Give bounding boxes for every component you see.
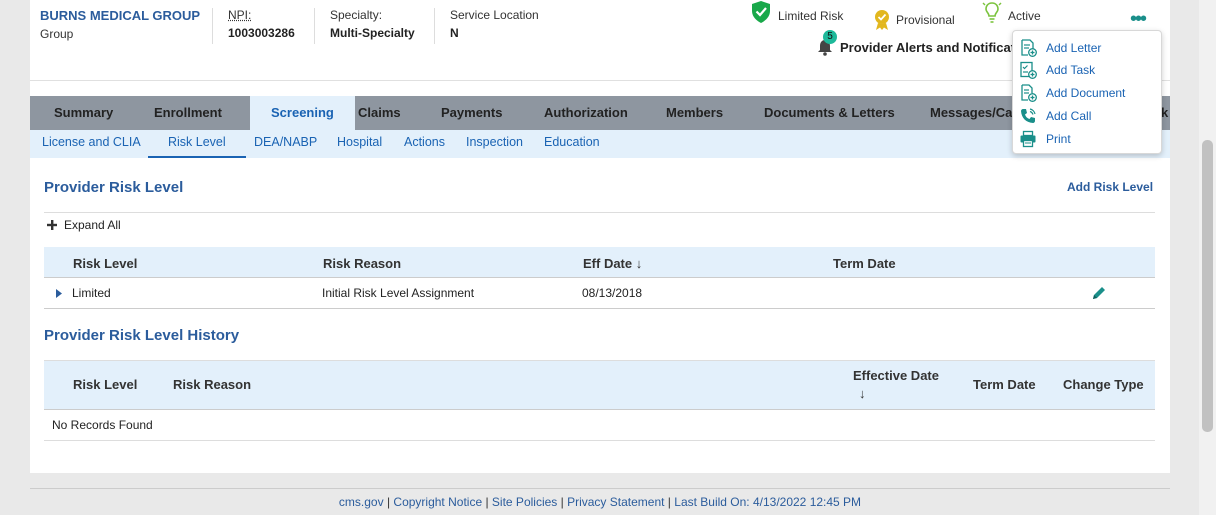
- menu-label-add-letter: Add Letter: [1046, 41, 1102, 55]
- menu-label-add-task: Add Task: [1046, 63, 1096, 77]
- menu-label-print: Print: [1046, 132, 1071, 146]
- footer-link-cms[interactable]: cms.gov: [339, 495, 384, 509]
- provisional-label: Provisional: [896, 13, 955, 27]
- divider: [44, 440, 1155, 441]
- shield-check-icon: [752, 1, 770, 23]
- print-icon: [1020, 130, 1036, 148]
- table-row: Limited Initial Risk Level Assignment 08…: [44, 278, 1155, 309]
- footer-link-copyright[interactable]: Copyright Notice: [393, 495, 482, 509]
- tab-authorization[interactable]: Authorization: [544, 96, 628, 130]
- screening-subtab-bar: License and CLIA Risk Level DEA/NABP Hos…: [30, 130, 1170, 158]
- expand-all-label: Expand All: [64, 218, 121, 232]
- menu-item-add-task[interactable]: Add Task: [1019, 60, 1095, 80]
- subtab-dea-nabp[interactable]: DEA/NABP: [254, 135, 317, 149]
- provider-type: Group: [40, 27, 74, 41]
- more-actions-button[interactable]: •••: [1130, 8, 1147, 31]
- active-label: Active: [1008, 9, 1041, 23]
- npi-label: NPI:: [228, 8, 252, 22]
- provider-header: BURNS MEDICAL GROUP Group NPI: 100300328…: [30, 0, 1170, 81]
- service-location-field: Service Location N: [434, 8, 539, 44]
- menu-item-add-call[interactable]: Add Call: [1019, 106, 1091, 126]
- add-letter-icon: [1021, 39, 1037, 57]
- tab-members[interactable]: Members: [666, 96, 723, 130]
- subtab-hospital[interactable]: Hospital: [337, 135, 382, 149]
- lightbulb-icon: [982, 2, 1002, 23]
- plus-icon: [47, 220, 57, 230]
- subtab-education[interactable]: Education: [544, 135, 600, 149]
- npi-field: NPI: 1003003286: [212, 8, 295, 44]
- sort-down-arrow[interactable]: ↓: [859, 386, 866, 401]
- divider: [44, 212, 1155, 213]
- edit-pencil-icon[interactable]: [1091, 285, 1107, 301]
- add-risk-level-button[interactable]: Add Risk Level: [1067, 180, 1153, 194]
- footer-link-privacy[interactable]: Privacy Statement: [567, 495, 664, 509]
- menu-label-add-call: Add Call: [1046, 109, 1092, 123]
- col-risk-reason[interactable]: Risk Reason: [323, 256, 401, 271]
- expand-all-button[interactable]: Expand All: [46, 218, 121, 232]
- alerts-count-badge: 5: [823, 30, 837, 44]
- specialty-value: Multi-Specialty: [330, 26, 415, 40]
- page-footer: cms.gov | Copyright Notice | Site Polici…: [30, 488, 1170, 509]
- provisional-status: Provisional: [874, 9, 955, 31]
- service-location-label: Service Location: [450, 8, 539, 22]
- risk-level-title: Provider Risk Level: [44, 179, 184, 196]
- main-page: BURNS MEDICAL GROUP Group NPI: 100300328…: [30, 0, 1170, 473]
- col-history-change-type[interactable]: Change Type: [1063, 377, 1144, 392]
- add-call-icon: [1021, 108, 1036, 123]
- add-document-icon: [1021, 84, 1037, 102]
- menu-item-print[interactable]: Print: [1019, 129, 1071, 149]
- service-location-value: N: [450, 26, 459, 40]
- specialty-label: Specialty:: [330, 8, 383, 22]
- subtab-inspection[interactable]: Inspection: [466, 135, 523, 149]
- tab-claims[interactable]: Claims: [358, 96, 401, 130]
- tab-documents-letters[interactable]: Documents & Letters: [764, 96, 895, 130]
- specialty-field: Specialty: Multi-Specialty: [314, 8, 415, 44]
- tab-screening[interactable]: Screening: [250, 96, 355, 130]
- risk-level-table-header: Risk Level Risk Reason Eff Date ↓ Term D…: [44, 247, 1155, 278]
- col-term-date[interactable]: Term Date: [833, 256, 896, 271]
- main-tab-bar: Summary Enrollment Screening Claims Paym…: [30, 96, 1170, 130]
- npi-value: 1003003286: [228, 26, 295, 40]
- col-history-effective-date[interactable]: Effective Date: [853, 368, 939, 383]
- footer-link-site-policies[interactable]: Site Policies: [492, 495, 557, 509]
- history-table-header: Risk Level Risk Reason Effective Date ↓ …: [44, 360, 1155, 410]
- limited-risk-label: Limited Risk: [778, 9, 844, 23]
- no-records-text: No Records Found: [52, 418, 153, 432]
- col-eff-date[interactable]: Eff Date ↓: [583, 256, 642, 271]
- cell-risk-reason: Initial Risk Level Assignment: [322, 286, 475, 300]
- scrollbar-thumb[interactable]: [1202, 140, 1213, 432]
- subtab-risk-level[interactable]: Risk Level: [148, 135, 246, 158]
- col-history-term-date[interactable]: Term Date: [973, 377, 1036, 392]
- limited-risk-status: Limited Risk: [750, 0, 843, 24]
- col-history-risk-level[interactable]: Risk Level: [73, 377, 137, 392]
- expand-row-icon[interactable]: [55, 289, 63, 298]
- active-status: Active: [982, 0, 1041, 24]
- footer-build-info: Last Build On: 4/13/2022 12:45 PM: [674, 495, 862, 509]
- subtab-license-clia[interactable]: License and CLIA: [42, 135, 141, 149]
- subtab-actions[interactable]: Actions: [404, 135, 445, 149]
- cell-eff-date: 08/13/2018: [582, 286, 643, 300]
- more-actions-menu: Add Letter Add Task Add Document Add Cal…: [1012, 30, 1162, 154]
- col-risk-level[interactable]: Risk Level: [73, 256, 137, 271]
- menu-item-add-document[interactable]: Add Document: [1019, 83, 1125, 103]
- tab-payments[interactable]: Payments: [441, 96, 502, 130]
- add-task-icon: [1020, 61, 1037, 79]
- risk-level-history-title: Provider Risk Level History: [44, 327, 240, 344]
- tab-enrollment[interactable]: Enrollment: [154, 96, 222, 130]
- provider-name[interactable]: BURNS MEDICAL GROUP: [40, 8, 200, 23]
- menu-label-add-document: Add Document: [1046, 86, 1126, 100]
- provider-alerts[interactable]: 5 Provider Alerts and Notifications: [816, 30, 1042, 56]
- menu-item-add-letter[interactable]: Add Letter: [1019, 38, 1101, 58]
- cell-risk-level: Limited: [72, 286, 111, 300]
- page-scrollbar[interactable]: [1199, 0, 1216, 515]
- bell-icon: 5: [816, 30, 837, 56]
- col-history-risk-reason[interactable]: Risk Reason: [173, 377, 251, 392]
- award-badge-icon: [875, 10, 889, 30]
- tab-summary[interactable]: Summary: [54, 96, 113, 130]
